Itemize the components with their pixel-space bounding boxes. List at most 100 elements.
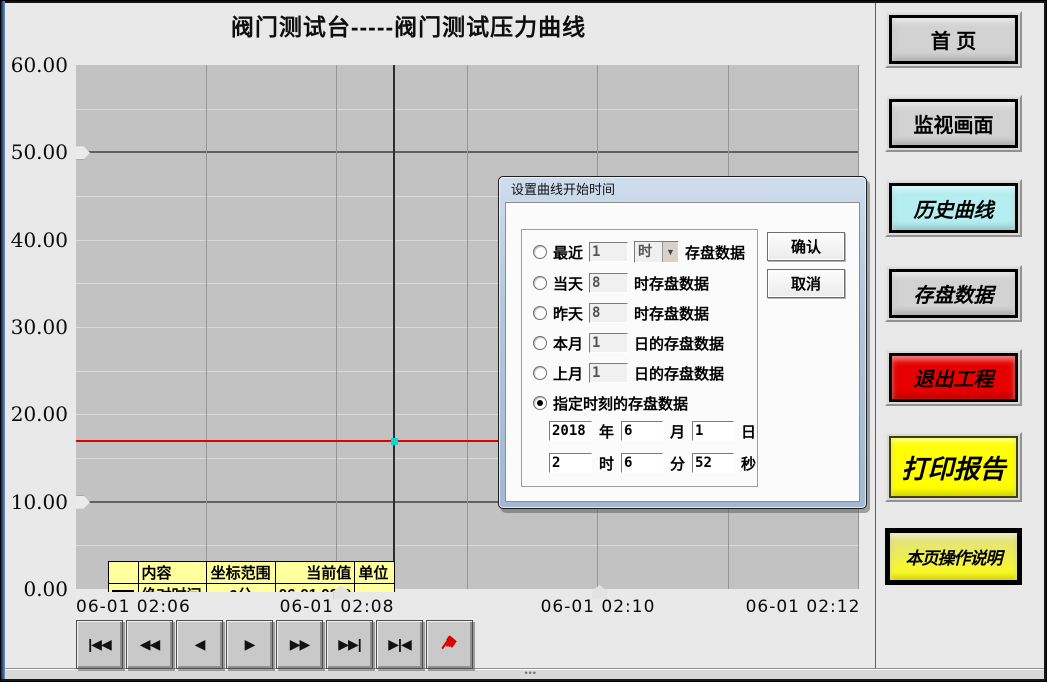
h-gridline: [76, 109, 859, 110]
nav-history-curve-label: 历史曲线: [889, 183, 1018, 233]
exit-project-button[interactable]: 退出工程: [885, 349, 1022, 406]
playback-toolbar: |◀◀ ◀◀ ◀ ▶ ▶▶ ▶▶| ▶|◀ ☚: [76, 620, 473, 669]
radio-yesterday-suffix: 时存盘数据: [634, 303, 709, 324]
x-tick-label: 06-01 02:06: [76, 597, 191, 617]
x-tick-label: 06-01 02:08: [280, 597, 395, 617]
bottom-scroll-strip[interactable]: •••: [5, 668, 1044, 679]
panel-divider: [875, 3, 876, 669]
radio-today[interactable]: [533, 276, 547, 290]
legend-header-range: 坐标范围: [206, 562, 275, 584]
reference-arrow-marker[interactable]: [76, 496, 90, 509]
time-cursor-line[interactable]: [393, 65, 395, 589]
fast-rewind-icon: ◀◀: [140, 636, 160, 653]
fast-forward-button[interactable]: ▶▶: [276, 620, 323, 669]
radio-row-today: 当天 8 时存盘数据: [533, 273, 709, 293]
today-hour-input[interactable]: 8: [589, 273, 628, 293]
year-label: 年: [599, 421, 614, 442]
go-to-end-button[interactable]: ▶▶|: [326, 620, 373, 669]
time-input-row: 2 时 6 分 52 秒: [549, 452, 756, 474]
radio-recent-label: 最近: [553, 242, 583, 263]
second-input[interactable]: 52: [692, 453, 734, 473]
radio-specified-time[interactable]: [533, 396, 547, 410]
fast-forward-icon: ▶▶: [290, 636, 310, 653]
v-gridline: [206, 65, 207, 589]
reference-line: [76, 151, 859, 153]
skip-to-start-icon: |◀◀: [88, 636, 110, 653]
y-tick-label: 60.00: [1, 54, 68, 76]
day-label: 日: [741, 421, 756, 442]
print-report-label: 打印报告: [889, 436, 1018, 498]
legend-swatch-header: [109, 562, 139, 584]
confirm-button[interactable]: 确认: [767, 232, 845, 261]
step-back-icon: ◀: [195, 636, 205, 653]
radio-specified-time-label: 指定时刻的存盘数据: [553, 393, 688, 414]
hour-input[interactable]: 2: [549, 453, 592, 473]
radio-last-month[interactable]: [533, 366, 547, 380]
day-input[interactable]: 1: [692, 421, 734, 441]
radio-row-specified-time: 指定时刻的存盘数据: [533, 393, 688, 413]
radio-recent[interactable]: [533, 245, 547, 259]
page-help-button[interactable]: 本页操作说明: [885, 528, 1022, 585]
month-input[interactable]: 6: [621, 421, 663, 441]
y-axis: 60.00 50.00 40.00 30.00 20.00 10.00 0.00: [1, 65, 71, 589]
nav-saved-data-label: 存盘数据: [889, 269, 1018, 318]
print-report-button[interactable]: 打印报告: [885, 432, 1022, 502]
radio-yesterday[interactable]: [533, 306, 547, 320]
radio-today-label: 当天: [553, 273, 583, 294]
cancel-button[interactable]: 取消: [767, 269, 845, 298]
set-curve-start-time-dialog: 设置曲线开始时间 最近 1 时 ▼ 存盘数据 当天 8 时存盘数据: [498, 176, 867, 509]
step-back-button[interactable]: ◀: [176, 620, 223, 669]
minute-label: 分: [670, 453, 685, 474]
radio-row-last-month: 上月 1 日的存盘数据: [533, 363, 724, 383]
go-to-cursor-button[interactable]: ▶|◀: [376, 620, 423, 669]
exit-project-label: 退出工程: [889, 353, 1018, 402]
legend-header-row: 内容 坐标范围 当前值 单位: [109, 562, 395, 584]
nav-history-curve-button[interactable]: 历史曲线: [885, 179, 1022, 237]
x-tick-label: 06-01 02:10: [541, 597, 656, 617]
y-tick-label: 20.00: [1, 403, 68, 425]
meet-cursor-icon: ▶|◀: [388, 636, 410, 653]
radio-row-yesterday: 昨天 8 时存盘数据: [533, 303, 709, 323]
minute-input[interactable]: 6: [621, 453, 663, 473]
series-color-swatch: [112, 590, 134, 592]
step-forward-button[interactable]: ▶: [226, 620, 273, 669]
nav-saved-data-button[interactable]: 存盘数据: [885, 265, 1022, 322]
hand-pick-button[interactable]: ☚: [426, 620, 473, 669]
window-border-top: [1, 1, 1046, 3]
radio-row-recent: 最近 1 时 ▼ 存盘数据: [533, 242, 745, 262]
dialog-body: 最近 1 时 ▼ 存盘数据 当天 8 时存盘数据 昨天 8 时存盘数据: [505, 202, 860, 502]
grip-dots-icon: •••: [525, 671, 537, 676]
radio-today-suffix: 时存盘数据: [634, 273, 709, 294]
date-input-row: 2018 年 6 月 1 日: [549, 420, 756, 442]
radio-this-month[interactable]: [533, 336, 547, 350]
legend-data-row: 绝对时间 6分 06-01 02:0: [109, 584, 395, 593]
dialog-groupbox: [521, 229, 758, 487]
recent-unit-combo[interactable]: 时 ▼: [634, 241, 679, 263]
reference-arrow-marker[interactable]: [76, 146, 90, 159]
nav-monitor-button[interactable]: 监视画面: [885, 95, 1022, 152]
go-to-start-button[interactable]: |◀◀: [76, 620, 123, 669]
nav-home-button[interactable]: 首 页: [885, 11, 1022, 68]
y-tick-label: 10.00: [1, 491, 68, 513]
month-label: 月: [670, 421, 685, 442]
recent-count-input[interactable]: 1: [589, 242, 628, 262]
y-tick-label: 40.00: [1, 229, 68, 251]
chevron-down-icon[interactable]: ▼: [662, 242, 678, 262]
radio-this-month-label: 本月: [553, 333, 583, 354]
recent-unit-value: 时: [635, 242, 662, 262]
radio-recent-suffix: 存盘数据: [685, 242, 745, 263]
red-hand-icon: ☚: [434, 630, 465, 660]
year-input[interactable]: 2018: [549, 421, 592, 441]
nav-monitor-label: 监视画面: [889, 99, 1018, 148]
last-month-day-input[interactable]: 1: [589, 363, 628, 383]
legend-header-current: 当前值: [275, 562, 355, 584]
legend-range-cell: 6分: [206, 584, 275, 593]
dialog-title: 设置曲线开始时间: [499, 177, 866, 201]
v-gridline: [336, 65, 337, 589]
window-border-bottom: [1, 679, 1046, 681]
yesterday-hour-input[interactable]: 8: [589, 303, 628, 323]
y-tick-label: 0.00: [1, 578, 68, 600]
fast-rewind-button[interactable]: ◀◀: [126, 620, 173, 669]
this-month-day-input[interactable]: 1: [589, 333, 628, 353]
h-gridline: [76, 545, 859, 546]
